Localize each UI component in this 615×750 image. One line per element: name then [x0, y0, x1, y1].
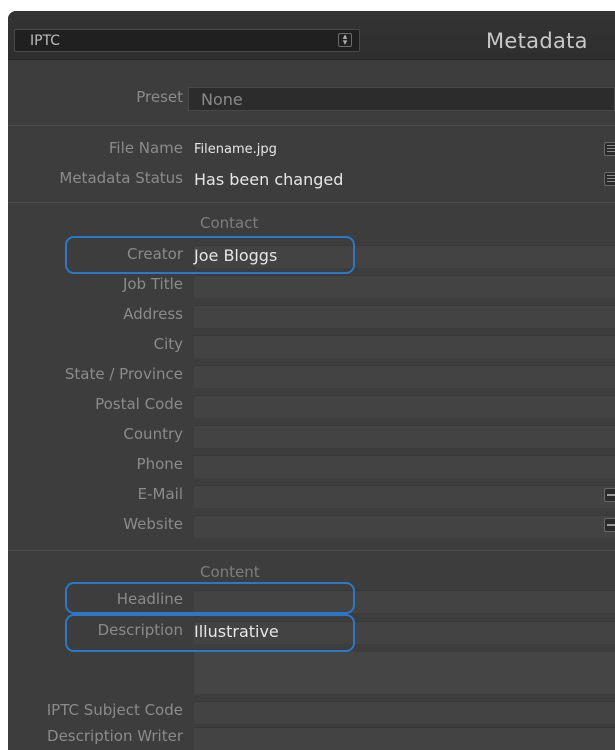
preset-row: Preset None [8, 85, 615, 111]
headline-highlight [65, 582, 355, 614]
metadata-set-label: IPTC [30, 33, 61, 49]
metadata-panel: IPTC ▴ ▾ Metadata Preset None File Name F… [8, 11, 615, 750]
creator-highlight [65, 236, 355, 274]
job-title-field[interactable] [194, 275, 615, 298]
metadata-status-label: Metadata Status [59, 169, 183, 187]
state-field[interactable] [194, 365, 615, 388]
separator [8, 202, 615, 203]
description-highlight [65, 614, 355, 652]
address-field[interactable] [194, 305, 615, 328]
metadata-status-value: Has been changed [194, 170, 344, 189]
list-icon[interactable] [604, 172, 615, 186]
description-writer-label: Description Writer [47, 727, 183, 745]
city-field[interactable] [194, 335, 615, 358]
file-name-row: File Name Filename.jpg [8, 136, 615, 162]
separator [8, 550, 615, 551]
city-label: City [153, 335, 183, 353]
subject-code-field[interactable] [194, 701, 615, 724]
website-label: Website [123, 515, 183, 533]
file-name-value[interactable]: Filename.jpg [194, 142, 277, 157]
address-label: Address [123, 305, 183, 323]
job-title-label: Job Title [122, 275, 183, 293]
phone-field[interactable] [194, 455, 615, 478]
website-row: Website [8, 512, 615, 538]
dash-icon[interactable] [604, 488, 615, 502]
country-label: Country [123, 425, 183, 443]
state-label: State / Province [64, 365, 183, 383]
website-field[interactable] [194, 515, 615, 538]
postal-code-label: Postal Code [95, 395, 183, 413]
panel-header: IPTC ▴ ▾ Metadata [8, 11, 615, 60]
preset-dropdown[interactable]: None [188, 87, 615, 111]
separator [8, 125, 615, 126]
city-row: City [8, 332, 615, 358]
postal-code-row: Postal Code [8, 392, 615, 418]
file-name-label: File Name [108, 139, 183, 157]
preset-value: None [201, 90, 243, 109]
subject-code-label: IPTC Subject Code [46, 701, 183, 719]
state-row: State / Province [8, 362, 615, 388]
email-row: E-Mail [8, 482, 615, 508]
description-writer-row: Description Writer [8, 724, 615, 750]
email-field[interactable] [194, 485, 615, 508]
country-field[interactable] [194, 425, 615, 448]
phone-label: Phone [136, 455, 183, 473]
preset-label: Preset [136, 88, 183, 106]
subject-code-row: IPTC Subject Code [8, 698, 615, 724]
description-textarea[interactable] [194, 652, 615, 694]
description-writer-field[interactable] [194, 727, 615, 750]
address-row: Address [8, 302, 615, 328]
postal-code-field[interactable] [194, 395, 615, 418]
job-title-row: Job Title [8, 272, 615, 298]
phone-row: Phone [8, 452, 615, 478]
email-label: E-Mail [137, 485, 183, 503]
panel-title[interactable]: Metadata [486, 29, 588, 53]
dash-icon[interactable] [604, 518, 615, 532]
metadata-status-row: Metadata Status Has been changed [8, 166, 615, 192]
country-row: Country [8, 422, 615, 448]
section-title-content: Content [200, 563, 260, 581]
updown-stepper-icon[interactable]: ▴ ▾ [338, 33, 352, 48]
section-title-contact: Contact [200, 214, 259, 232]
list-icon[interactable] [604, 142, 615, 156]
metadata-set-selector[interactable]: IPTC ▴ ▾ [14, 29, 360, 52]
